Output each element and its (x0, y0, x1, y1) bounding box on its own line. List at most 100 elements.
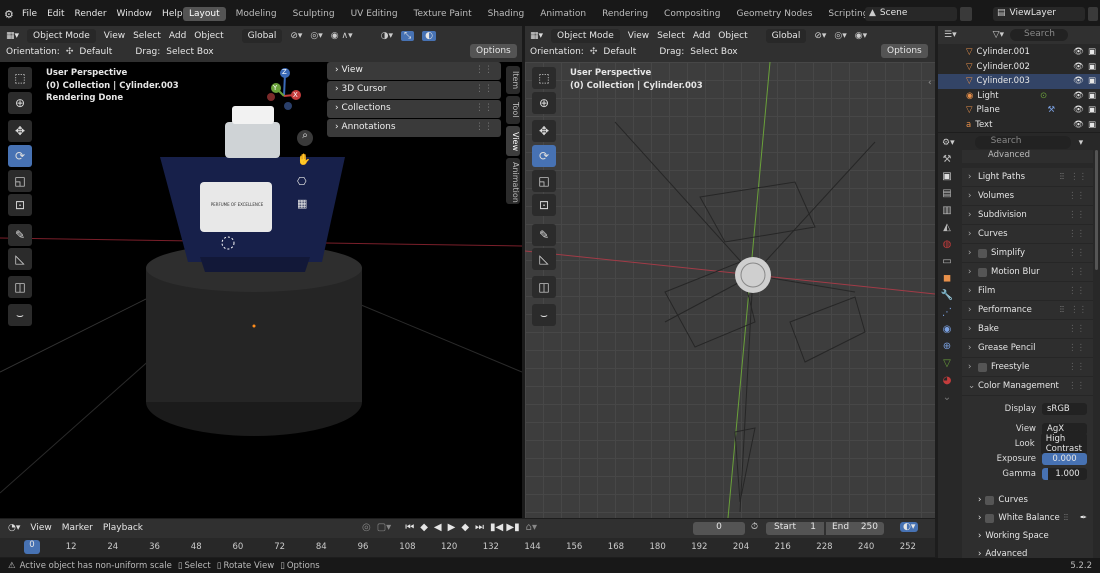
select-box-tool-icon[interactable]: ⬚ (532, 67, 556, 89)
measure-tool-icon[interactable]: ◺ (8, 248, 32, 270)
pivot-icon[interactable]: ⊘▾ (814, 31, 826, 41)
eye-icon[interactable]: 👁 (1073, 120, 1084, 130)
menu-window[interactable]: Window (117, 9, 153, 19)
presets-icon[interactable]: ⫶⫶ (1060, 305, 1064, 315)
tool-tab-icon[interactable]: ⚒ (943, 154, 952, 165)
snap-icon[interactable]: ◎▾ (310, 31, 322, 41)
drag-handle-icon[interactable]: ⋮⋮ (1068, 267, 1085, 277)
vtab-view[interactable]: View (506, 126, 520, 156)
motion-blur-checkbox[interactable] (978, 267, 987, 277)
start-frame-field[interactable]: Start 1 (766, 522, 824, 535)
presets-icon[interactable]: ⫶⫶ (1060, 172, 1064, 182)
right-menu-object[interactable]: Object (718, 31, 747, 41)
panel-subdivision[interactable]: › Subdivision ⋮⋮ (962, 206, 1093, 225)
drag-handle-icon[interactable]: ⋮⋮ (475, 122, 493, 134)
panel-bake[interactable]: › Bake ⋮⋮ (962, 320, 1093, 339)
drag-handle-icon[interactable]: ⋮⋮ (1068, 286, 1085, 296)
camera-view-icon[interactable]: ⎔ (297, 175, 307, 188)
object-mode-dropdown[interactable]: Object Mode (27, 28, 96, 43)
drag-handle-icon[interactable]: ⋮⋮ (1068, 324, 1085, 334)
gamma-slider[interactable]: 1.000 (1042, 467, 1087, 480)
auto-key-icon[interactable]: ◎ (362, 522, 371, 533)
drag-handle-icon[interactable]: ⋮⋮ (1068, 248, 1085, 258)
camera-icon[interactable]: ▣ (1088, 120, 1096, 130)
orientation-value[interactable]: Default (603, 47, 653, 57)
tab-rendering[interactable]: Rendering (596, 7, 654, 21)
keying-icon[interactable]: ▢▾ (377, 522, 391, 533)
editor-type-icon[interactable]: ▦▾ (530, 31, 543, 41)
properties-editor-icon[interactable]: ⚙▾ (942, 138, 955, 148)
add-cube-tool-icon[interactable]: ◫ (8, 276, 32, 298)
move-tool-icon[interactable]: ✥ (8, 120, 32, 142)
orientation-value[interactable]: Default (79, 47, 129, 57)
outliner-filter-icon[interactable]: ▽▾ (993, 30, 1004, 40)
timeline-view-icon[interactable]: ◐▾ (900, 522, 919, 532)
freestyle-checkbox[interactable] (978, 362, 987, 372)
eye-icon[interactable]: 👁 (1073, 47, 1084, 57)
vtab-tool[interactable]: Tool (506, 96, 520, 124)
eye-icon[interactable]: 👁 (1073, 105, 1084, 115)
npanel-annotations[interactable]: › Annotations ⋮⋮ (327, 119, 501, 137)
tab-shading[interactable]: Shading (482, 7, 531, 21)
left-menu-view[interactable]: View (104, 31, 125, 41)
left-menu-select[interactable]: Select (133, 31, 161, 41)
eye-icon[interactable]: 👁 (1073, 76, 1084, 86)
right-menu-select[interactable]: Select (657, 31, 685, 41)
timeline-editor-icon[interactable]: ◔▾ (8, 523, 20, 533)
npanel-collections[interactable]: › Collections ⋮⋮ (327, 100, 501, 118)
left-options-button[interactable]: Options (470, 44, 517, 58)
current-frame-field[interactable]: 0 (693, 522, 745, 535)
view-layer-tab-icon[interactable]: ▥ (942, 205, 951, 216)
list-item[interactable]: ▽ Cylinder.001 👁 ▣ (938, 45, 1100, 60)
drag-handle-icon[interactable]: ⋮⋮ (1068, 229, 1085, 239)
cursor-tool-icon[interactable]: ⊕ (532, 92, 556, 114)
menu-render[interactable]: Render (75, 9, 107, 19)
white-balance-checkbox[interactable] (985, 513, 995, 523)
proportional-edit-icon[interactable]: ◉▾ (855, 31, 867, 41)
collection-tab-icon[interactable]: ▭ (942, 256, 951, 267)
right-menu-view[interactable]: View (628, 31, 649, 41)
presets-icon[interactable]: ⫶⫶ (1064, 513, 1068, 523)
ortho-grid-icon[interactable]: ▦ (297, 197, 307, 210)
eye-icon[interactable]: 👁 (1073, 62, 1084, 72)
tab-geometry-nodes[interactable]: Geometry Nodes (730, 7, 818, 21)
lock-icon[interactable]: ⌂▾ (526, 522, 537, 533)
stopwatch-icon[interactable]: ⏱ (751, 522, 758, 532)
camera-icon[interactable]: ▣ (1088, 105, 1096, 115)
camera-icon[interactable]: ▣ (1088, 62, 1096, 72)
jump-end-icon[interactable]: ⏭ (475, 522, 484, 533)
timeline-menu-view[interactable]: View (30, 523, 51, 533)
tab-animation[interactable]: Animation (534, 7, 592, 21)
keyframe-nav-icon[interactable]: ▮◀ ▶▮ (490, 522, 520, 533)
tab-texture-paint[interactable]: Texture Paint (408, 7, 478, 21)
vtab-animation[interactable]: Animation (506, 158, 520, 204)
drag-handle-icon[interactable]: ⋮⋮ (1070, 172, 1087, 182)
menu-help[interactable]: Help (162, 9, 183, 19)
overlay-icon[interactable]: ◐ (422, 30, 437, 41)
snap-icon[interactable]: ◎▾ (834, 31, 846, 41)
list-item[interactable]: ◉ Light ⊙ 👁 ▣ (938, 89, 1100, 104)
exposure-slider[interactable]: 0.000 (1042, 452, 1087, 465)
scale-tool-icon[interactable]: ◱ (532, 170, 556, 192)
drag-handle-icon[interactable]: ⋮⋮ (1068, 381, 1085, 391)
menu-file[interactable]: File (22, 9, 37, 19)
play-reverse-icon[interactable]: ◀ (434, 522, 442, 533)
blender-logo-icon[interactable]: ⚙ (4, 8, 14, 21)
select-box-tool-icon[interactable]: ⬚ (8, 67, 32, 89)
data-tab-icon[interactable]: ▽ (943, 358, 951, 369)
list-item[interactable]: a Text 👁 ▣ (938, 118, 1100, 133)
list-item[interactable]: ▽ Plane ⚒ 👁 ▣ (938, 103, 1100, 118)
render-tab-icon[interactable]: ▣ (942, 171, 951, 182)
cursor-tool-icon[interactable]: ⊕ (8, 92, 32, 114)
right-sidebar-toggle-icon[interactable]: ‹ (928, 78, 932, 88)
right-options-button[interactable]: Options (881, 44, 928, 58)
annotate-tool-icon[interactable]: ✎ (8, 224, 32, 246)
drag-value[interactable]: Select Box (166, 47, 213, 57)
panel-grease-pencil[interactable]: › Grease Pencil ⋮⋮ (962, 339, 1093, 358)
panel-simplify[interactable]: › Simplify ⋮⋮ (962, 244, 1093, 263)
panel-motion-blur[interactable]: › Motion Blur ⋮⋮ (962, 263, 1093, 282)
prev-keyframe-icon[interactable]: ◆ (420, 522, 428, 533)
camera-icon[interactable]: ▣ (1088, 91, 1096, 101)
editor-type-icon[interactable]: ▦▾ (6, 31, 19, 41)
gizmo-toggle-icon[interactable]: ⤡ (400, 30, 415, 41)
